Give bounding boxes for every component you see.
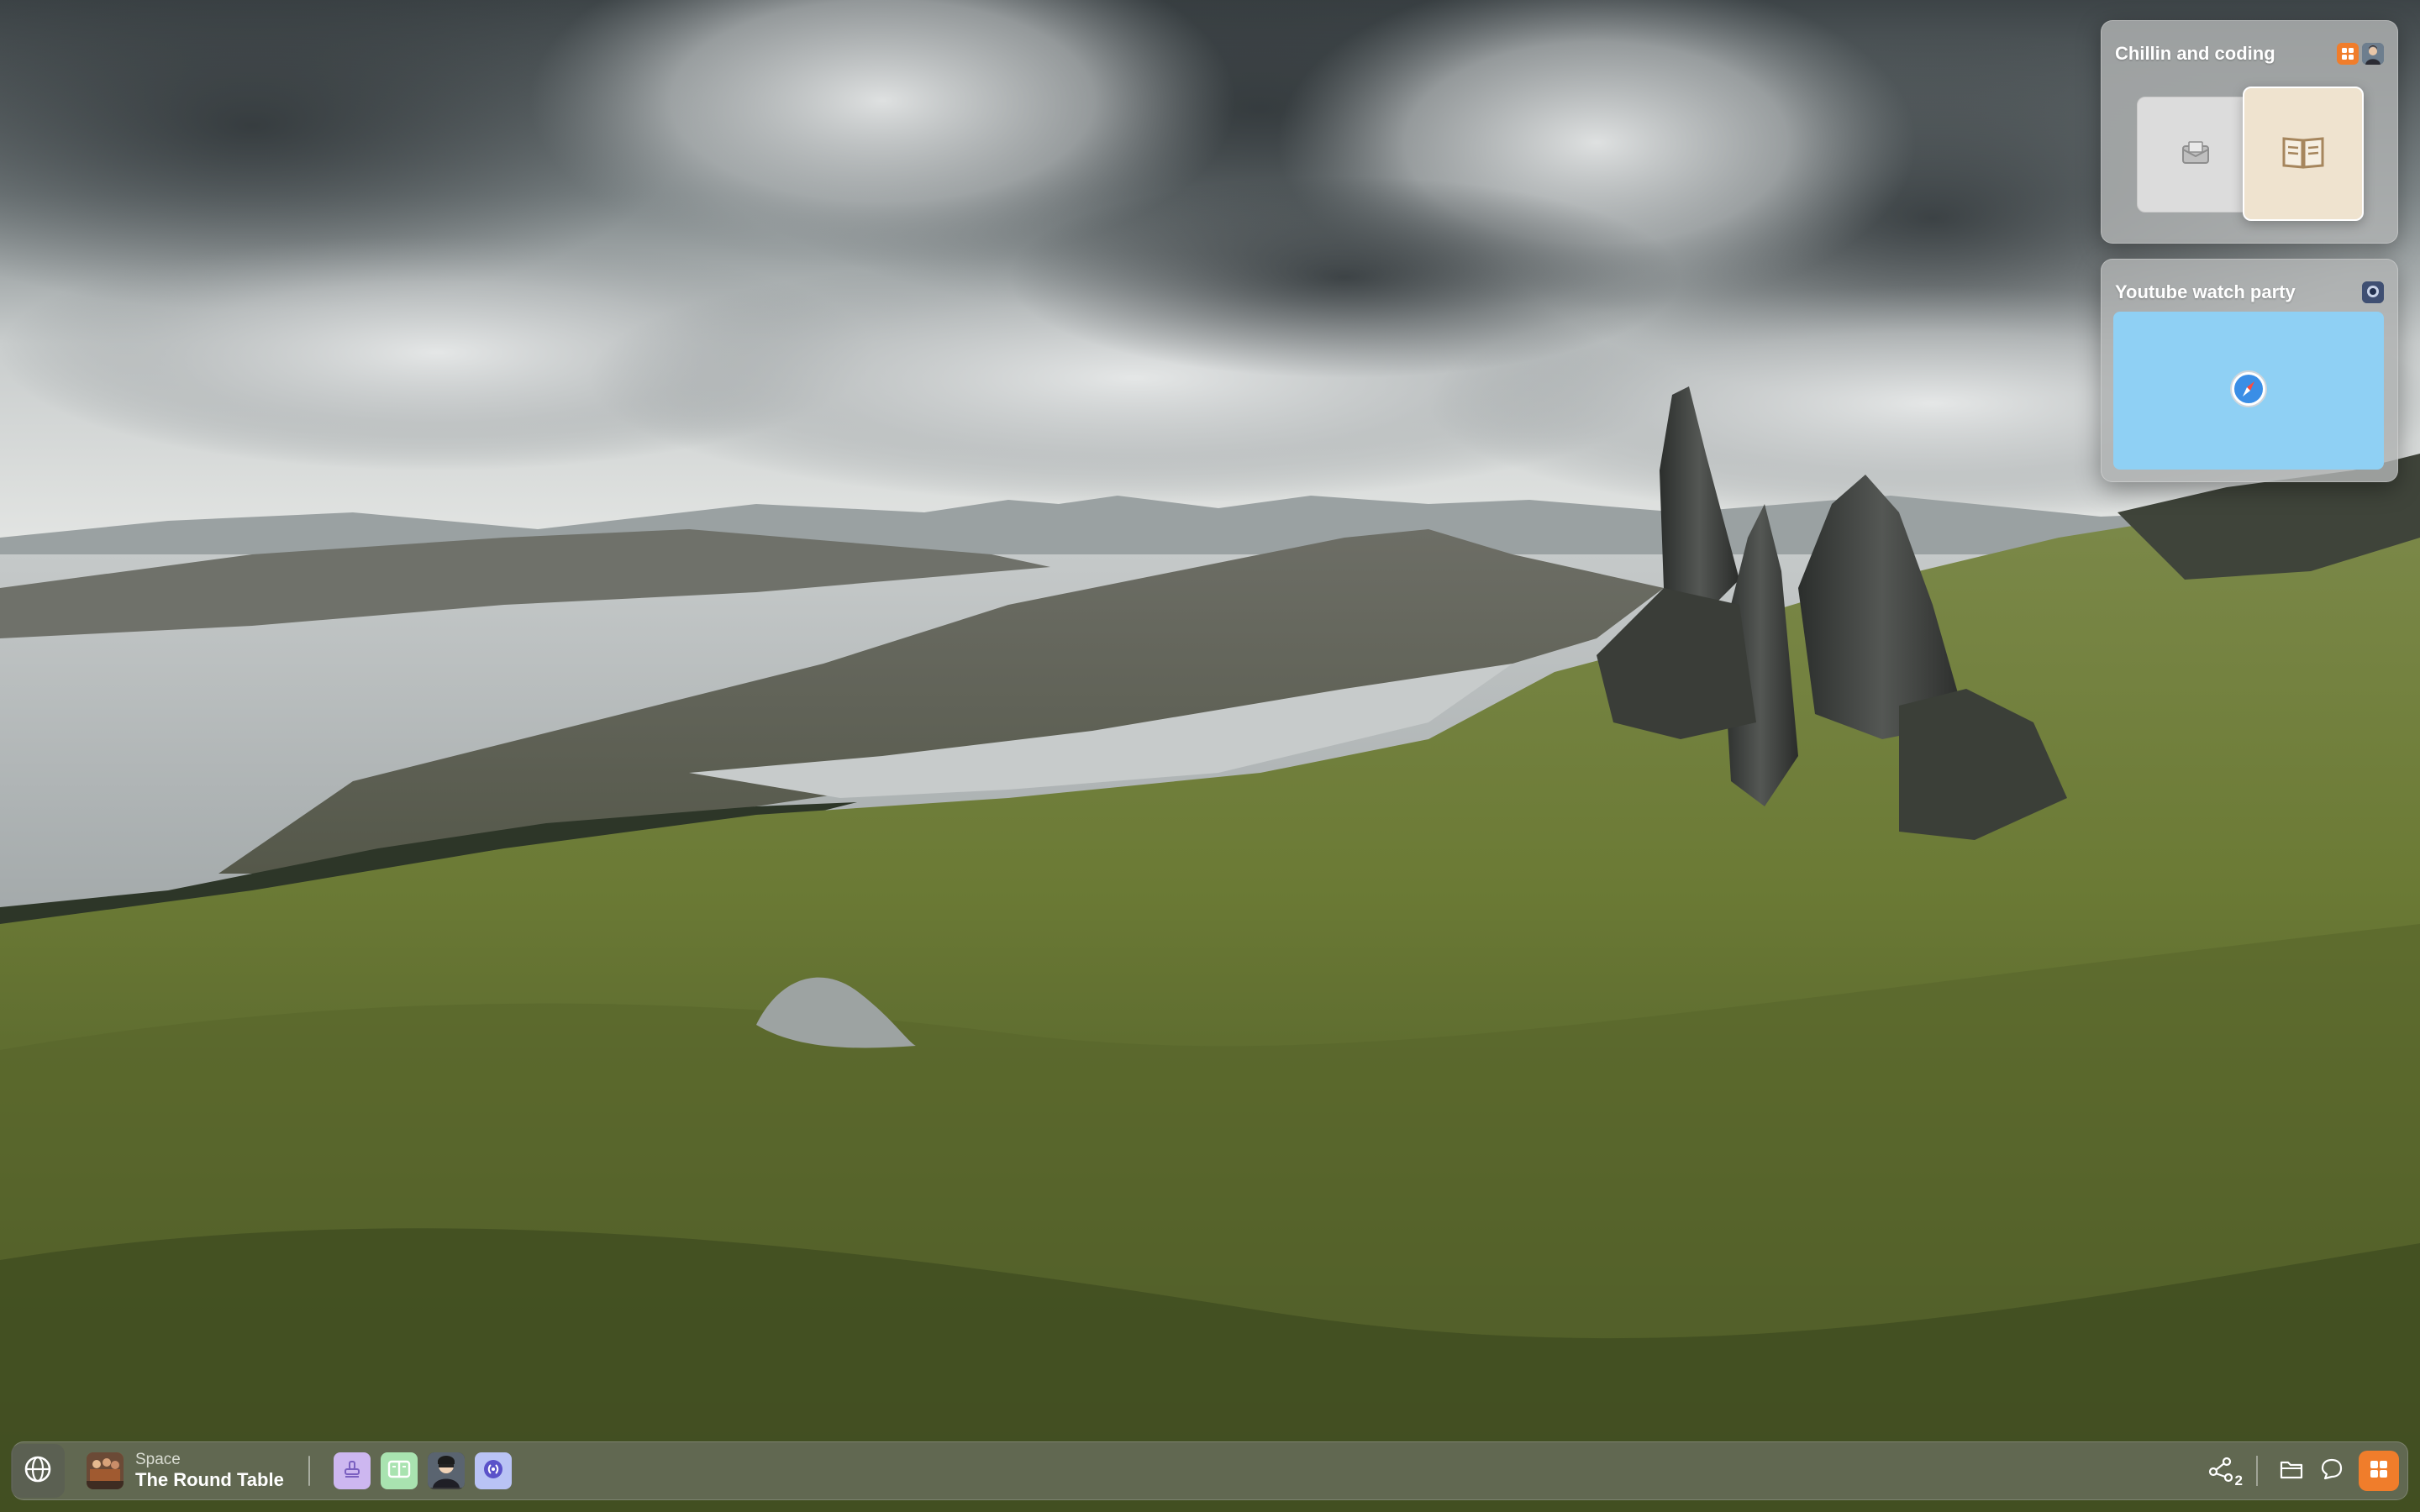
browser-tile[interactable] (2113, 312, 2384, 470)
desktop-wallpaper (0, 0, 2420, 1512)
card-title: Chillin and coding (2115, 43, 2275, 64)
chat-icon (2319, 1457, 2344, 1486)
share-button[interactable]: 2 (2201, 1451, 2243, 1491)
avatar-icon[interactable] (2362, 281, 2384, 303)
card-header-icons (2362, 281, 2384, 303)
bottom-dock: Space The Round Table 2 (11, 1441, 2408, 1500)
safari-compass-icon (2228, 369, 2269, 413)
dock-tools: 2 (2201, 1451, 2399, 1491)
dock-divider (308, 1456, 310, 1486)
space-text: Space The Round Table (135, 1451, 284, 1491)
current-space[interactable]: Space The Round Table (87, 1451, 284, 1491)
grid-icon (2369, 1459, 2389, 1483)
voice-app-button[interactable] (475, 1452, 512, 1489)
space-card-chillin-and-coding[interactable]: Chillin and coding (2101, 20, 2398, 244)
stamp-icon (342, 1459, 362, 1483)
globe-icon (24, 1455, 52, 1488)
card-header-icons (2337, 43, 2384, 65)
spaces-grid-button[interactable] (2359, 1451, 2399, 1491)
voice-icon (482, 1458, 504, 1484)
stamp-app-button[interactable] (334, 1452, 371, 1489)
reader-app-tile[interactable] (2243, 87, 2364, 221)
user-avatar-button[interactable] (428, 1452, 465, 1489)
globe-button[interactable] (11, 1444, 65, 1498)
card-header: Chillin and coding (2115, 33, 2384, 75)
space-label: Space (135, 1451, 181, 1468)
card-header: Youtube watch party (2115, 271, 2384, 313)
space-name: The Round Table (135, 1469, 284, 1490)
mail-app-tile[interactable] (2137, 97, 2254, 213)
chat-button[interactable] (2312, 1451, 2352, 1491)
mail-icon (2181, 139, 2211, 171)
book-icon (2281, 134, 2326, 175)
share-count: 2 (2234, 1473, 2243, 1488)
folder-button[interactable] (2271, 1451, 2312, 1491)
avatar-icon (428, 1452, 465, 1489)
space-card-youtube-watch-party[interactable]: Youtube watch party (2101, 259, 2398, 482)
dock-apps (334, 1452, 512, 1489)
reader-icon (387, 1459, 411, 1483)
tools-divider (2256, 1456, 2258, 1486)
card-title: Youtube watch party (2115, 281, 2296, 302)
avatar-icon[interactable] (2362, 43, 2384, 65)
space-thumbnail (87, 1452, 124, 1489)
reader-app-button[interactable] (381, 1452, 418, 1489)
grid-icon[interactable] (2337, 43, 2359, 65)
share-icon (2207, 1455, 2235, 1488)
folder-icon (2279, 1457, 2304, 1485)
